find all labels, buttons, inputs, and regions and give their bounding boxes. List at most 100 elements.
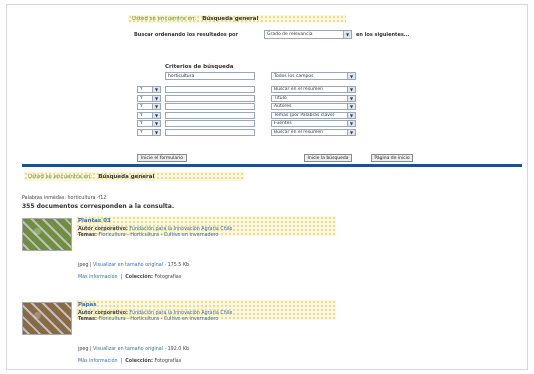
criteria-field-select[interactable]: Buscar en el resumen ▼ (271, 129, 356, 136)
chevron-down-icon: ▼ (152, 112, 160, 118)
operator-select[interactable]: Y ▼ (137, 86, 161, 93)
operator-select[interactable]: Y ▼ (137, 111, 161, 119)
chevron-down-icon: ▼ (343, 31, 351, 38)
topic-link[interactable]: Floricultura (98, 233, 125, 238)
topic-link[interactable]: Cultivo en invernadero (164, 233, 219, 238)
result-thumbnail[interactable] (22, 302, 72, 335)
topic-link[interactable]: Horticultura (130, 233, 159, 238)
operator-select[interactable]: Y ▼ (137, 94, 161, 102)
topics-label: Temas: (78, 233, 97, 238)
chevron-down-icon: ▼ (347, 130, 355, 135)
result-thumbnail[interactable] (22, 218, 72, 251)
chevron-down-icon: ▼ (347, 95, 355, 101)
topic-link[interactable]: Horticultura (130, 317, 159, 322)
criteria-field-select[interactable]: Título ▼ (271, 94, 356, 102)
criteria-field-select[interactable]: Autores ▼ (271, 103, 356, 111)
more-info-link[interactable]: Más información (78, 359, 118, 364)
criteria-term-input[interactable] (165, 103, 255, 111)
result-title[interactable]: Plantas 03 (78, 218, 111, 224)
result-count: 355 documentos corresponden a la consult… (22, 203, 175, 210)
chevron-down-icon: ▼ (347, 87, 355, 92)
collection-label: Colección: (125, 359, 153, 364)
criteria-field-select[interactable]: Temas (por Palabras clave) ▼ (271, 111, 356, 119)
criteria-field-value: Autores (274, 104, 292, 110)
breadcrumb-current[interactable]: Búsqueda general (98, 174, 154, 180)
criteria-field-value: Título (274, 95, 287, 101)
field-select-main[interactable]: Todos los campos ▼ (271, 72, 356, 80)
result-author-row: Autor corporativo: Fundación para la Inn… (78, 227, 232, 232)
sort-selected: Grado de relevancia (267, 32, 313, 37)
collection-value: Fotografías (154, 359, 182, 364)
operator-value: Y (140, 104, 143, 110)
home-button[interactable]: Página de inicio (371, 154, 413, 162)
search-term-input[interactable]: horticultura (165, 72, 255, 80)
author-label: Autor corporativo: (78, 311, 128, 316)
keywords-text: Palabras inmédas: horticultura ·f12 (22, 196, 107, 201)
sort-suffix: en los siguientes... (356, 32, 410, 38)
view-original-link[interactable]: Visualizar en tamaño original (93, 263, 163, 268)
file-size: 175.5 Kb (167, 263, 190, 268)
criteria-field-select[interactable]: Fuentes ▼ (271, 120, 356, 128)
criteria-title: Criterios de búsqueda (165, 64, 234, 70)
operator-select[interactable]: Y ▼ (137, 129, 161, 136)
more-info-link[interactable]: Más información (78, 275, 118, 280)
field-select-main-value: Todos los campos (274, 73, 314, 79)
author-link[interactable]: Fundación para la Innovación Agraria Chi… (129, 227, 232, 232)
criteria-field-value: Buscar en el resumen (274, 130, 324, 135)
breadcrumb-results: Usted se encuentra en: Búsqueda general (24, 172, 244, 181)
reset-button[interactable]: Inicie el formulario (137, 154, 187, 162)
criteria-field-value: Temas (por Palabras clave) (274, 112, 335, 118)
chevron-down-icon: ▼ (152, 95, 160, 101)
criteria-term-input[interactable] (165, 129, 255, 136)
breadcrumb-prefix: Usted se encuentra en: (132, 16, 197, 22)
operator-value: Y (140, 95, 143, 101)
criteria-term-input[interactable] (165, 111, 255, 119)
format-text: jpeg (78, 347, 89, 352)
file-size: 192.0 Kb (167, 347, 190, 352)
operator-select[interactable]: Y ▼ (137, 103, 161, 111)
chevron-down-icon: ▼ (152, 130, 160, 135)
operator-value: Y (140, 112, 143, 118)
author-label: Autor corporativo: (78, 227, 128, 232)
view-original-link[interactable]: Visualizar en tamaño original (93, 347, 163, 352)
operator-value: Y (140, 130, 143, 135)
search-term-value: horticultura (168, 73, 195, 79)
criteria-term-input[interactable] (165, 86, 255, 93)
criteria-field-value: Buscar en el resumen (274, 87, 324, 92)
chevron-down-icon: ▼ (347, 73, 355, 79)
result-format-row: jpeg | Visualizar en tamaño original · 1… (78, 263, 190, 268)
result-title[interactable]: Papas (78, 302, 97, 308)
breadcrumb-prefix: Usted se encuentra en: (28, 173, 93, 180)
chevron-down-icon: ▼ (347, 104, 355, 110)
result-author-row: Autor corporativo: Fundación para la Inn… (78, 311, 232, 316)
sort-select[interactable]: Grado de relevancia ▼ (264, 30, 352, 39)
chevron-down-icon: ▼ (152, 87, 160, 92)
breadcrumb-current[interactable]: Búsqueda general (202, 16, 258, 22)
topic-link[interactable]: Cultivo en invernadero (164, 317, 219, 322)
chevron-down-icon: ▼ (152, 104, 160, 110)
result-topics-row: Temas: Floricultura - Horticultura - Cul… (78, 233, 219, 238)
format-text: jpeg (78, 263, 89, 268)
result-more-row: Más información | Colección: Fotografías (78, 359, 182, 364)
result-more-row: Más información | Colección: Fotografías (78, 275, 182, 280)
sort-label: Buscar ordenando los resultados por (134, 32, 238, 38)
criteria-term-input[interactable] (165, 94, 255, 102)
search-button[interactable]: Inicie la búsqueda (304, 154, 352, 162)
result-format-row: jpeg | Visualizar en tamaño original · 1… (78, 347, 190, 352)
breadcrumb-top: Usted se encuentra en: Búsqueda general (128, 15, 346, 23)
operator-value: Y (140, 87, 143, 92)
result-topics-row: Temas: Floricultura - Horticultura - Cul… (78, 317, 219, 322)
operator-value: Y (140, 121, 143, 127)
topic-link[interactable]: Floricultura (98, 317, 125, 322)
section-divider (22, 164, 522, 167)
author-link[interactable]: Fundación para la Innovación Agraria Chi… (129, 311, 232, 316)
topics-label: Temas: (78, 317, 97, 322)
criteria-field-value: Fuentes (274, 121, 292, 127)
chevron-down-icon: ▼ (347, 112, 355, 118)
chevron-down-icon: ▼ (152, 121, 160, 127)
criteria-term-input[interactable] (165, 120, 255, 128)
chevron-down-icon: ▼ (347, 121, 355, 127)
collection-value: Fotografías (154, 275, 182, 280)
criteria-field-select[interactable]: Buscar en el resumen ▼ (271, 86, 356, 93)
operator-select[interactable]: Y ▼ (137, 120, 161, 128)
